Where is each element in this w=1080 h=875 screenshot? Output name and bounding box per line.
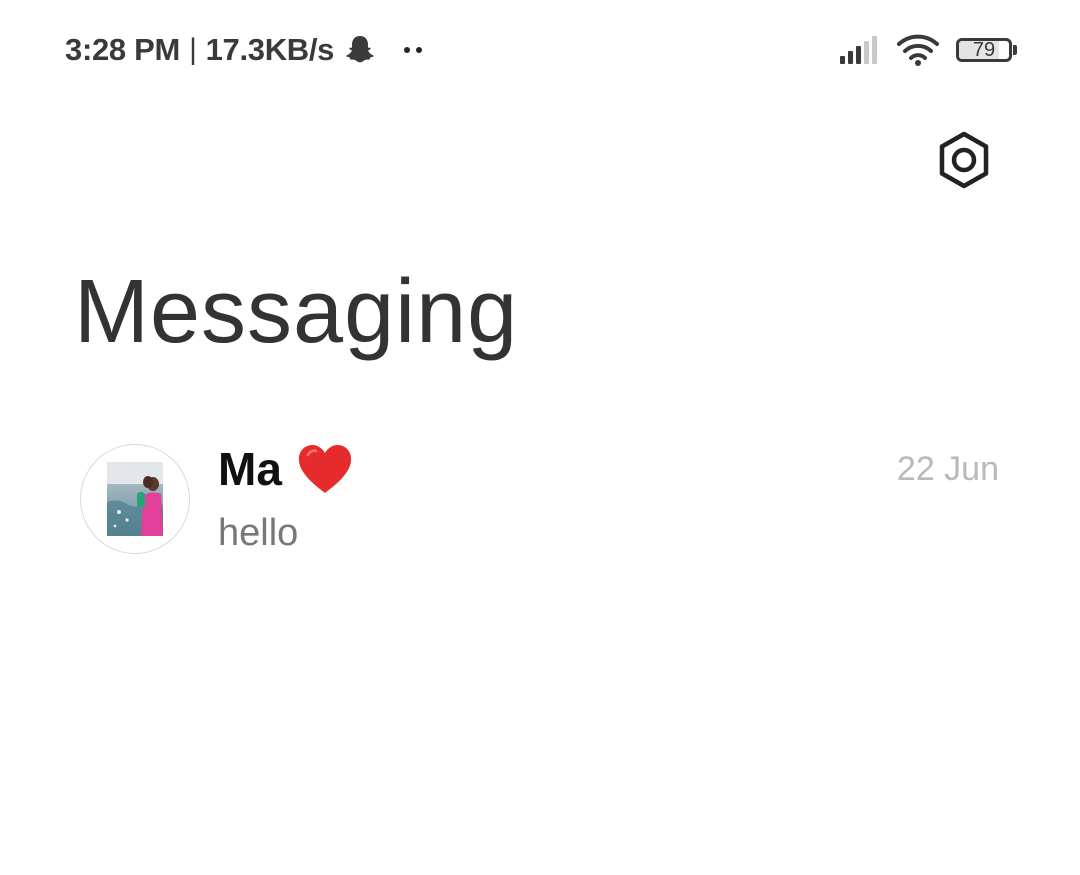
status-bar: 3:28 PM | 17.3KB/s 79 — [0, 0, 1080, 100]
avatar-photo — [107, 462, 163, 536]
status-right: 79 — [838, 30, 1018, 70]
battery-level: 79 — [972, 39, 996, 61]
wifi-icon — [897, 34, 939, 66]
battery-icon: 79 — [956, 36, 1018, 64]
network-speed: 17.3KB/s — [205, 32, 335, 67]
settings-button[interactable] — [934, 130, 994, 190]
settings-hexagon-icon — [939, 131, 989, 189]
page-title: Messaging — [74, 262, 519, 362]
status-left: 3:28 PM | 17.3KB/s — [65, 28, 423, 72]
message-preview: hello — [218, 512, 299, 554]
status-separator: | — [189, 33, 197, 66]
status-time: 3:28 PM — [65, 32, 181, 67]
message-date: 22 Jun — [896, 450, 999, 488]
contact-name-text: Ma — [218, 443, 282, 495]
snapchat-icon — [346, 36, 374, 63]
signal-icon — [840, 36, 877, 64]
heart-icon — [298, 445, 352, 493]
contact-name: Ma — [218, 442, 354, 496]
conversation-item[interactable]: Ma hello 22 Jun — [0, 430, 1080, 570]
more-notifications-icon — [404, 47, 423, 53]
avatar[interactable] — [80, 444, 190, 554]
battery-cap — [1013, 45, 1017, 55]
battery-body: 79 — [956, 38, 1012, 62]
